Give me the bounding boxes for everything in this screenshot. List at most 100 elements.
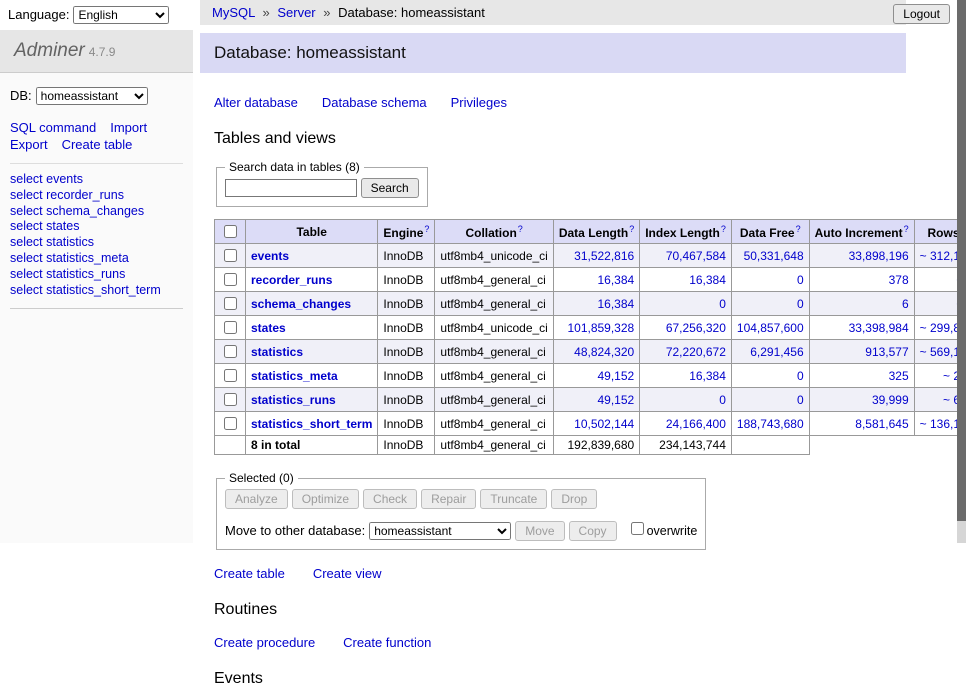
db-nav-link[interactable]: Alter database (214, 95, 298, 110)
engine-cell: InnoDB (378, 388, 435, 412)
scrollbar-thumb[interactable] (957, 0, 966, 521)
move-db-select[interactable]: homeassistant (369, 522, 511, 540)
optimize-button[interactable]: Optimize (292, 489, 359, 509)
sidebar-table-link[interactable]: select statistics_short_term (10, 283, 183, 299)
auto-increment-link[interactable]: 325 (889, 369, 909, 383)
index-length-link[interactable]: 0 (719, 393, 726, 407)
auto-increment-link[interactable]: 8,581,645 (855, 417, 908, 431)
drop-button[interactable]: Drop (551, 489, 597, 509)
sidebar-table-link[interactable]: select recorder_runs (10, 188, 183, 204)
index-length-link[interactable]: 16,384 (689, 273, 726, 287)
auto-increment-link[interactable]: 39,999 (872, 393, 909, 407)
row-checkbox[interactable] (224, 321, 237, 334)
table-name-link[interactable]: statistics (251, 345, 303, 359)
index-length-link[interactable]: 16,384 (689, 369, 726, 383)
data-length-link[interactable]: 48,824,320 (574, 345, 634, 359)
db-nav-link[interactable]: Database schema (322, 95, 427, 110)
repair-button[interactable]: Repair (421, 489, 476, 509)
row-checkbox[interactable] (224, 369, 237, 382)
sidebar-table-link[interactable]: select states (10, 219, 183, 235)
data-length-link[interactable]: 49,152 (598, 393, 635, 407)
create-table-link[interactable]: Create table (62, 137, 133, 152)
data-length-link[interactable]: 101,859,328 (567, 321, 634, 335)
db-nav-link[interactable]: Privileges (451, 95, 507, 110)
scrollbar[interactable] (957, 0, 966, 543)
db-select[interactable]: homeassistant (36, 87, 148, 105)
index-length-link[interactable]: 67,256,320 (666, 321, 726, 335)
index-length-link[interactable]: 24,166,400 (666, 417, 726, 431)
select-all-checkbox[interactable] (224, 225, 237, 238)
table-name-link[interactable]: schema_changes (251, 297, 351, 311)
index-length-link[interactable]: 0 (719, 297, 726, 311)
help-icon[interactable]: ? (721, 224, 726, 234)
table-name-link[interactable]: recorder_runs (251, 273, 332, 287)
data-free-link[interactable]: 188,743,680 (737, 417, 804, 431)
data-length-link[interactable]: 10,502,144 (574, 417, 634, 431)
row-checkbox[interactable] (224, 249, 237, 262)
data-length-link[interactable]: 16,384 (598, 297, 635, 311)
selected-fieldset: Selected (0) AnalyzeOptimizeCheckRepairT… (216, 471, 706, 550)
data-free-link[interactable]: 0 (797, 273, 804, 287)
table-name-link[interactable]: states (251, 321, 286, 335)
data-free-link[interactable]: 6,291,456 (750, 345, 803, 359)
data-length-link[interactable]: 31,522,816 (574, 249, 634, 263)
data-free-link[interactable]: 0 (797, 297, 804, 311)
auto-increment-link[interactable]: 33,898,196 (849, 249, 909, 263)
logout-button[interactable]: Logout (893, 4, 950, 24)
routine-link[interactable]: Create function (343, 635, 431, 650)
data-free-cell: 6,291,456 (731, 340, 809, 364)
create-link[interactable]: Create view (313, 566, 382, 581)
data-length-link[interactable]: 16,384 (598, 273, 635, 287)
help-icon[interactable]: ? (904, 224, 909, 234)
table-name-link[interactable]: statistics_meta (251, 369, 338, 383)
auto-increment-link[interactable]: 913,577 (865, 345, 908, 359)
table-name-link[interactable]: events (251, 249, 289, 263)
check-button[interactable]: Check (363, 489, 417, 509)
row-checkbox[interactable] (224, 297, 237, 310)
sidebar-table-link[interactable]: select statistics (10, 235, 183, 251)
sidebar-table-link[interactable]: select statistics_meta (10, 251, 183, 267)
sidebar-table-link[interactable]: select schema_changes (10, 204, 183, 220)
table-name-cell: events (246, 244, 378, 268)
data-free-link[interactable]: 0 (797, 393, 804, 407)
copy-button[interactable]: Copy (569, 521, 617, 541)
index-length-link[interactable]: 72,220,672 (666, 345, 726, 359)
sql-command-link[interactable]: SQL command (10, 120, 96, 135)
create-link[interactable]: Create table (214, 566, 285, 581)
overwrite-checkbox[interactable] (631, 522, 644, 535)
auto-increment-link[interactable]: 6 (902, 297, 909, 311)
row-checkbox[interactable] (224, 393, 237, 406)
row-checkbox[interactable] (224, 273, 237, 286)
auto-increment-link[interactable]: 378 (889, 273, 909, 287)
help-icon[interactable]: ? (518, 224, 523, 234)
language-select[interactable]: English (73, 6, 169, 24)
row-checkbox[interactable] (224, 417, 237, 430)
breadcrumb-link-server[interactable]: Server (277, 5, 315, 20)
search-input[interactable] (225, 179, 357, 197)
sidebar-table-link[interactable]: select statistics_runs (10, 267, 183, 283)
data-free-link[interactable]: 0 (797, 369, 804, 383)
index-length-cell: 16,384 (640, 364, 732, 388)
tables-heading: Tables and views (214, 130, 906, 148)
index-length-link[interactable]: 70,467,584 (666, 249, 726, 263)
breadcrumb-link-mysql[interactable]: MySQL (212, 5, 255, 20)
auto-increment-cell: 33,898,196 (809, 244, 914, 268)
move-button[interactable]: Move (515, 521, 564, 541)
data-free-link[interactable]: 104,857,600 (737, 321, 804, 335)
table-name-link[interactable]: statistics_runs (251, 393, 336, 407)
table-name-link[interactable]: statistics_short_term (251, 417, 372, 431)
sidebar-table-link[interactable]: select events (10, 172, 183, 188)
help-icon[interactable]: ? (424, 224, 429, 234)
import-link[interactable]: Import (110, 120, 147, 135)
truncate-button[interactable]: Truncate (480, 489, 547, 509)
auto-increment-link[interactable]: 33,398,984 (849, 321, 909, 335)
row-checkbox[interactable] (224, 345, 237, 358)
analyze-button[interactable]: Analyze (225, 489, 288, 509)
help-icon[interactable]: ? (629, 224, 634, 234)
export-link[interactable]: Export (10, 137, 48, 152)
data-length-link[interactable]: 49,152 (598, 369, 635, 383)
help-icon[interactable]: ? (796, 224, 801, 234)
routine-link[interactable]: Create procedure (214, 635, 315, 650)
data-free-link[interactable]: 50,331,648 (744, 249, 804, 263)
search-button[interactable]: Search (361, 178, 419, 198)
